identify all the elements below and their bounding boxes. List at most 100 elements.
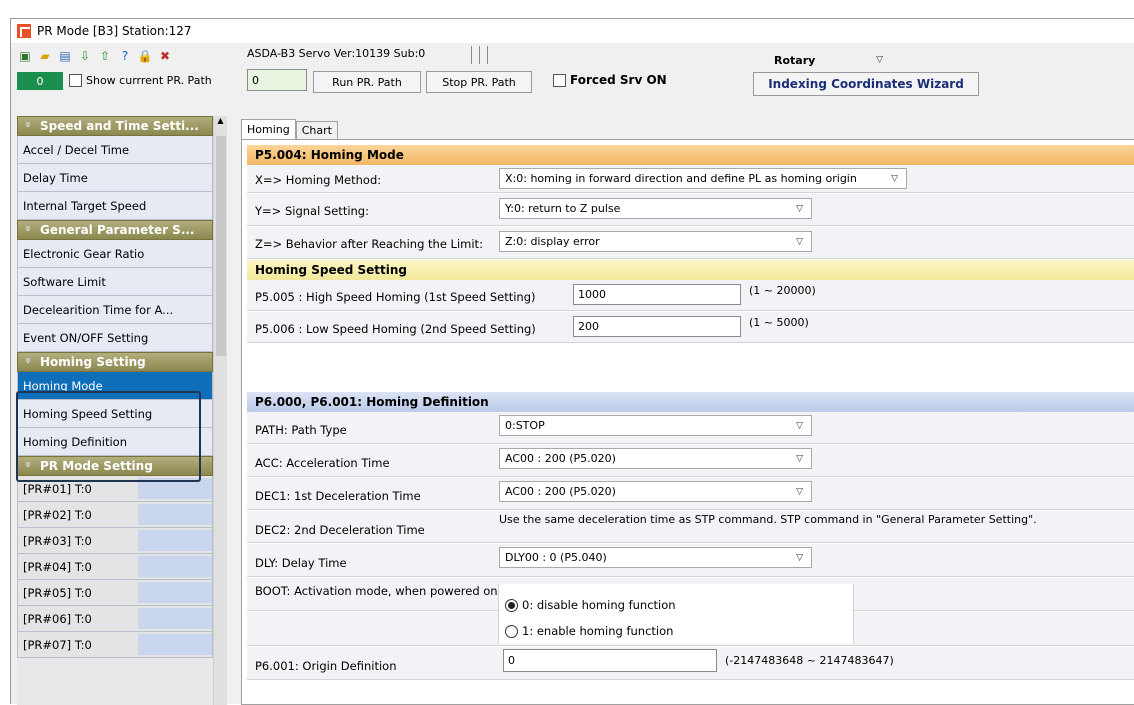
sidebar-item-label: Event ON/OFF Setting xyxy=(23,330,149,345)
low-speed-range: (1 ~ 5000) xyxy=(749,316,809,329)
checkbox-box[interactable] xyxy=(553,73,566,87)
checkbox-box[interactable] xyxy=(69,74,82,87)
help-icon[interactable]: ? xyxy=(117,48,133,64)
run-path-button[interactable]: Run PR. Path xyxy=(313,71,421,93)
tab-chart[interactable]: Chart xyxy=(295,121,338,139)
scrollbar-thumb[interactable] xyxy=(216,136,226,356)
boot-radio-group: 0: disable homing function 1: enable hom… xyxy=(498,584,854,644)
row-label: P5.006 : Low Speed Homing (2nd Speed Set… xyxy=(255,322,536,336)
sidebar-group-header[interactable]: General Parameter S... xyxy=(17,220,213,240)
sidebar-pr-item[interactable]: [PR#04] T:0 xyxy=(17,554,213,580)
homing-method-select[interactable]: X:0: homing in forward direction and def… xyxy=(499,168,907,189)
row-label: ACC: Acceleration Time xyxy=(255,456,390,470)
pr-item-bar xyxy=(138,530,212,551)
sidebar-item-label: Software Limit xyxy=(23,274,106,289)
row-high-speed: P5.005 : High Speed Homing (1st Speed Se… xyxy=(247,280,1134,311)
chevron-down-icon: ▽ xyxy=(876,55,883,65)
chevron-down-icon: ▽ xyxy=(796,203,803,214)
sidebar-item[interactable]: Software Limit xyxy=(17,268,213,296)
row-label: P6.001: Origin Definition xyxy=(255,659,397,673)
stop-path-button[interactable]: Stop PR. Path xyxy=(426,71,532,93)
sidebar-item[interactable]: Electronic Gear Ratio xyxy=(17,240,213,268)
origin-input[interactable]: 0 xyxy=(503,649,717,672)
sidebar-scrollbar[interactable]: ▲ xyxy=(213,116,227,705)
sidebar-item[interactable]: Decelearition Time for A... xyxy=(17,296,213,324)
pr-badge-value: 0 xyxy=(36,74,44,88)
sidebar-item[interactable]: Event ON/OFF Setting xyxy=(17,324,213,352)
select-value: Y:0: return to Z pulse xyxy=(505,202,621,215)
sidebar-group-header[interactable]: Speed and Time Setti... xyxy=(17,116,213,136)
signal-setting-select[interactable]: Y:0: return to Z pulse ▽ xyxy=(499,198,812,219)
row-low-speed: P5.006 : Low Speed Homing (2nd Speed Set… xyxy=(247,312,1134,343)
sidebar-pr-item[interactable]: [PR#06] T:0 xyxy=(17,606,213,632)
sidebar-pr-item[interactable]: [PR#07] T:0 xyxy=(17,632,213,658)
row-delay-time: DLY: Delay Time DLY00 : 0 (P5.040) ▽ xyxy=(247,544,1134,577)
document-icon[interactable]: ▤ xyxy=(57,48,73,64)
radio-unselected[interactable] xyxy=(505,624,518,638)
sidebar-item-label: [PR#04] T:0 xyxy=(23,559,92,574)
open-folder-icon[interactable]: ▰ xyxy=(37,48,53,64)
toolbar-divider xyxy=(487,46,488,64)
row-label: X=> Homing Method: xyxy=(255,173,382,187)
sidebar-item[interactable]: Accel / Decel Time xyxy=(17,136,213,164)
acceleration-select[interactable]: AC00 : 200 (P5.020) ▽ xyxy=(499,448,812,469)
sidebar-item-label: [PR#05] T:0 xyxy=(23,585,92,600)
row-origin-definition: P6.001: Origin Definition 0 (-2147483648… xyxy=(247,647,1134,680)
sidebar-pr-item[interactable]: [PR#02] T:0 xyxy=(17,502,213,528)
sidebar-item-label: Delay Time xyxy=(23,170,88,185)
lock-icon[interactable]: 🔒 xyxy=(137,48,153,64)
sidebar-item-label: [PR#02] T:0 xyxy=(23,507,92,522)
sidebar-pr-item[interactable]: [PR#05] T:0 xyxy=(17,580,213,606)
sidebar-item-label: Accel / Decel Time xyxy=(23,142,130,157)
indexing-wizard-button[interactable]: Indexing Coordinates Wizard xyxy=(753,72,979,96)
sidebar-list: Speed and Time Setti... Accel / Decel Tim… xyxy=(17,116,227,658)
row-path-type: PATH: Path Type 0:STOP ▽ xyxy=(247,412,1134,444)
scroll-up-icon[interactable]: ▲ xyxy=(214,116,227,130)
sidebar-group-header[interactable]: Homing Setting xyxy=(17,352,213,372)
boot-option-enable[interactable]: 1: enable homing function xyxy=(505,624,673,638)
tab-bar: Homing Chart xyxy=(241,119,338,139)
select-value: X:0: homing in forward direction and def… xyxy=(505,172,857,185)
window-title: PR Mode [B3] Station:127 xyxy=(37,24,192,38)
low-speed-input[interactable]: 200 xyxy=(573,316,741,337)
path-input[interactable]: 0 xyxy=(247,69,307,91)
pr-item-bar xyxy=(138,634,212,655)
show-path-label: Show currrent PR. Path xyxy=(86,74,212,87)
version-label: ASDA-B3 Servo Ver:10139 Sub:0 xyxy=(247,47,426,60)
pr-badge: 0 xyxy=(17,72,63,90)
download-icon[interactable]: ⇩ xyxy=(77,48,93,64)
show-path-checkbox[interactable]: Show currrent PR. Path xyxy=(69,74,212,87)
deceleration-1-select[interactable]: AC00 : 200 (P5.020) ▽ xyxy=(499,481,812,502)
select-value: Z:0: display error xyxy=(505,235,600,248)
row-deceleration-1: DEC1: 1st Deceleration Time AC00 : 200 (… xyxy=(247,478,1134,510)
chevron-down-icon: ▽ xyxy=(796,420,803,431)
origin-range: (-2147483648 ~ 2147483647) xyxy=(725,654,894,667)
high-speed-input[interactable]: 1000 xyxy=(573,284,741,305)
section-homing-mode: P5.004: Homing Mode xyxy=(247,145,1134,165)
select-value: 0:STOP xyxy=(505,419,545,432)
save-icon[interactable]: ▣ xyxy=(17,48,33,64)
boot-option-disable[interactable]: 0: disable homing function xyxy=(505,598,676,612)
close-x-icon[interactable]: ✖ xyxy=(157,48,173,64)
radio-label: 0: disable homing function xyxy=(522,598,676,612)
chevron-down-icon: ▽ xyxy=(796,236,803,247)
app-icon xyxy=(17,24,31,38)
sidebar-item[interactable]: Delay Time xyxy=(17,164,213,192)
radio-label: 1: enable homing function xyxy=(522,624,674,638)
mode-select[interactable]: Rotary ▽ xyxy=(769,49,891,71)
limit-behavior-select[interactable]: Z:0: display error ▽ xyxy=(499,231,812,252)
tab-homing[interactable]: Homing xyxy=(241,119,296,139)
input-value: 200 xyxy=(578,320,599,333)
path-type-select[interactable]: 0:STOP ▽ xyxy=(499,415,812,436)
forced-srv-checkbox[interactable]: Forced Srv ON xyxy=(553,73,667,87)
sidebar-item-label: [PR#03] T:0 xyxy=(23,533,92,548)
row-acceleration: ACC: Acceleration Time AC00 : 200 (P5.02… xyxy=(247,445,1134,477)
chevron-down-icon: ▽ xyxy=(891,173,898,184)
sidebar-item[interactable]: Internal Target Speed xyxy=(17,192,213,220)
radio-selected[interactable] xyxy=(505,598,518,612)
input-value: 0 xyxy=(508,654,515,667)
sidebar-pr-item[interactable]: [PR#03] T:0 xyxy=(17,528,213,554)
select-value: DLY00 : 0 (P5.040) xyxy=(505,551,607,564)
delay-time-select[interactable]: DLY00 : 0 (P5.040) ▽ xyxy=(499,547,812,568)
upload-icon[interactable]: ⇧ xyxy=(97,48,113,64)
